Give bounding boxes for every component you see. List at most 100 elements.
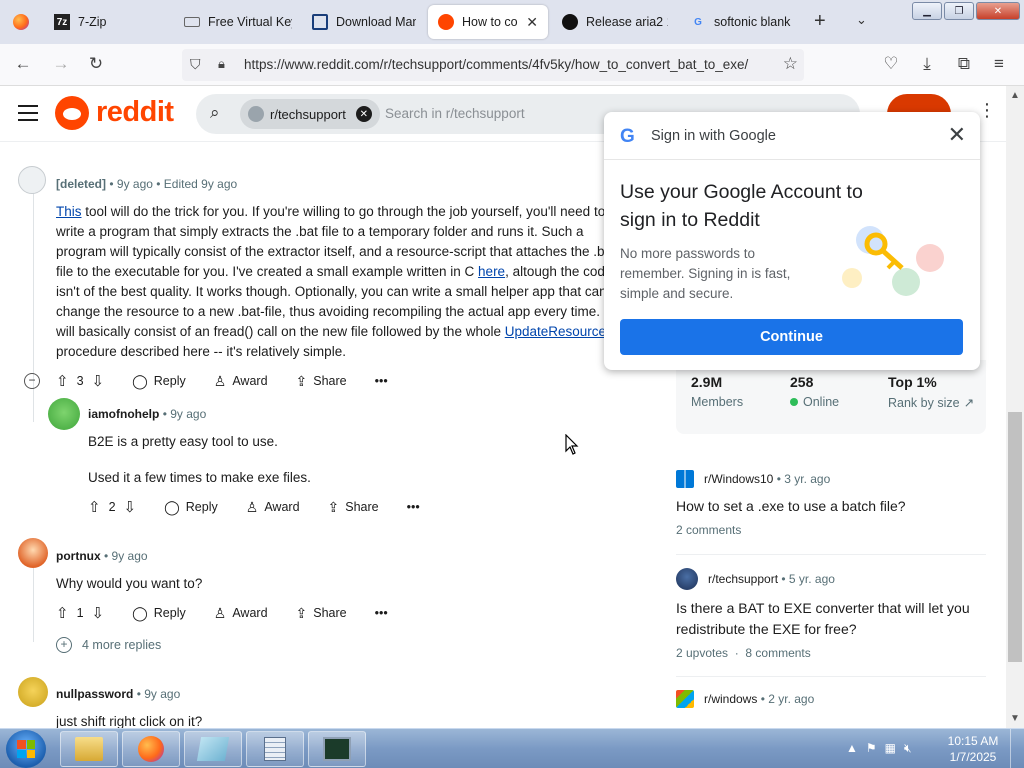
vote-controls: ⇧ 1 ⇩ [56, 604, 104, 622]
reply-button[interactable]: ◯ Reply [164, 499, 218, 516]
reply-button[interactable]: ◯ Reply [132, 373, 186, 390]
lock-icon[interactable]: 🔒︎ [218, 56, 225, 72]
share-button[interactable]: ⇪ Share [328, 499, 379, 516]
updateresource-link[interactable]: UpdateResource [505, 324, 606, 339]
close-tab-icon[interactable]: ✕ [526, 14, 538, 31]
upvote-icon[interactable]: ⇧ [88, 498, 101, 516]
reddit-wordmark[interactable]: reddit [96, 96, 174, 129]
related-sub-name[interactable]: r/windows [704, 692, 757, 706]
this-link[interactable]: This [56, 204, 82, 219]
action-center-flag-icon[interactable]: ⚑ [866, 741, 877, 756]
avatar-deleted[interactable] [18, 166, 46, 194]
related-sub-name[interactable]: r/techsupport [708, 572, 778, 586]
window-controls: ▁ ❐ ✕ [912, 2, 1020, 20]
award-button[interactable]: ♙ Award [214, 605, 268, 622]
minimize-button[interactable]: ▁ [912, 2, 942, 20]
tab-reddit-active[interactable]: How to conv ✕ [428, 5, 548, 39]
avatar-portnux[interactable] [18, 538, 48, 568]
more-options-icon[interactable]: ⋮ [978, 100, 996, 121]
more-button[interactable]: ••• [375, 606, 388, 620]
bookmark-star-icon[interactable]: ☆ [783, 54, 798, 74]
more-button[interactable]: ••• [407, 500, 420, 514]
extensions-icon[interactable]: ⧉ [953, 54, 975, 74]
google-icon: G [694, 16, 702, 28]
collapse-thread-button[interactable]: − [24, 373, 40, 389]
pocket-icon[interactable]: ♡ [880, 54, 902, 74]
award-button[interactable]: ♙ Award [214, 373, 268, 390]
taskbar-task-manager[interactable] [308, 731, 366, 767]
taskbar-explorer[interactable] [60, 731, 118, 767]
taskbar-notepad[interactable] [184, 731, 242, 767]
related-title[interactable]: How to set a .exe to use a batch file? [676, 496, 986, 517]
more-button[interactable]: ••• [375, 374, 388, 388]
related-meta: 2 comments [676, 523, 742, 537]
taskbar-clock[interactable]: 10:15 AM 1/7/2025 [940, 733, 1006, 765]
scroll-up-icon[interactable]: ▲ [1010, 90, 1020, 101]
online-stat: 258 Online [790, 374, 839, 409]
firefox-menu-button[interactable] [6, 8, 36, 36]
tab-label: How to conv [462, 15, 518, 29]
downloads-icon[interactable]: ⤓ [916, 54, 938, 74]
close-window-button[interactable]: ✕ [976, 2, 1020, 20]
restore-button[interactable]: ❐ [944, 2, 974, 20]
close-popup-icon[interactable]: ✕ [948, 122, 966, 148]
related-sub-name[interactable]: r/Windows10 [704, 472, 773, 486]
reddit-logo-icon[interactable] [55, 96, 89, 130]
reload-icon[interactable]: ↻ [85, 54, 107, 74]
related-post[interactable]: r/techsupport • 5 yr. ago Is there a BAT… [676, 568, 986, 660]
list-tabs-chevron-icon[interactable]: ⌄ [856, 12, 867, 28]
upvote-icon[interactable]: ⇧ [56, 372, 69, 390]
tab-7zip[interactable]: 7z 7-Zip [44, 5, 174, 39]
taskbar-firefox[interactable] [122, 731, 180, 767]
upvote-icon[interactable]: ⇧ [56, 604, 69, 622]
shield-icon[interactable]: ⛉ [190, 56, 201, 73]
hamburger-menu-icon[interactable] [18, 105, 38, 121]
share-button[interactable]: ⇪ Share [296, 373, 347, 390]
downvote-icon[interactable]: ⇩ [92, 372, 105, 390]
search-input[interactable]: Search in r/techsupport [385, 106, 525, 121]
new-tab-icon[interactable]: + [814, 10, 826, 33]
related-title[interactable]: Is there a BAT to EXE converter that wil… [676, 598, 986, 640]
back-arrow-icon[interactable]: ← [12, 54, 34, 74]
rank-label: Rank by size [888, 395, 960, 410]
comment-line: Used it a few times to make exe files. [88, 470, 311, 485]
volume-muted-icon[interactable]: 🔇︎ [904, 741, 912, 756]
comment-author[interactable]: iamofnohelp [88, 407, 159, 421]
tab-github-aria2[interactable]: Release aria2 1.3 [552, 5, 678, 39]
share-button[interactable]: ⇪ Share [296, 605, 347, 622]
tab-download-manager[interactable]: Download Man [302, 5, 426, 39]
network-icon[interactable]: ▦ [885, 741, 896, 756]
subreddit-search-chip[interactable]: r/techsupport ✕ [240, 99, 380, 129]
avatar-nullpassword[interactable] [18, 677, 48, 707]
avatar-iamofnohelp[interactable] [48, 398, 80, 430]
clock-date: 1/7/2025 [949, 750, 997, 764]
here-link[interactable]: here [478, 264, 505, 279]
show-desktop-button[interactable] [1010, 729, 1024, 768]
related-post[interactable]: r/windows • 2 yr. ago [676, 690, 986, 708]
rank-label-row[interactable]: Rank by size ↗ [888, 395, 974, 411]
award-button[interactable]: ♙ Award [246, 499, 300, 516]
start-button[interactable] [6, 730, 46, 768]
app-menu-icon[interactable]: ≡ [988, 54, 1010, 74]
url-text[interactable]: https://www.reddit.com/r/techsupport/com… [244, 57, 774, 72]
taskbar-calculator[interactable] [246, 731, 304, 767]
reply-button[interactable]: ◯ Reply [132, 605, 186, 622]
comment-author[interactable]: portnux [56, 549, 101, 563]
tab-label: softonic blank p [714, 15, 792, 29]
tray-expand-icon[interactable]: ▲ [846, 741, 858, 756]
related-post[interactable]: r/Windows10 • 3 yr. ago How to set a .ex… [676, 470, 986, 537]
forward-arrow-icon[interactable]: → [50, 54, 72, 74]
scrollbar-thumb[interactable] [1008, 412, 1022, 662]
downvote-icon[interactable]: ⇩ [92, 604, 105, 622]
remove-chip-icon[interactable]: ✕ [355, 106, 372, 122]
task-manager-icon [323, 737, 351, 761]
page-scrollbar[interactable]: ▲ ▼ [1006, 86, 1024, 728]
more-replies-button[interactable]: + 4 more replies [56, 637, 161, 653]
scroll-down-icon[interactable]: ▼ [1010, 713, 1020, 724]
tab-google-softonic[interactable]: G softonic blank p [680, 5, 802, 39]
url-bar[interactable]: ⛉ 🔒︎ https://www.reddit.com/r/techsuppor… [182, 49, 804, 81]
comment-author[interactable]: nullpassword [56, 687, 133, 701]
tab-virtual-keyboard[interactable]: Free Virtual Key [174, 5, 302, 39]
continue-button[interactable]: Continue [620, 319, 963, 355]
downvote-icon[interactable]: ⇩ [124, 498, 137, 516]
